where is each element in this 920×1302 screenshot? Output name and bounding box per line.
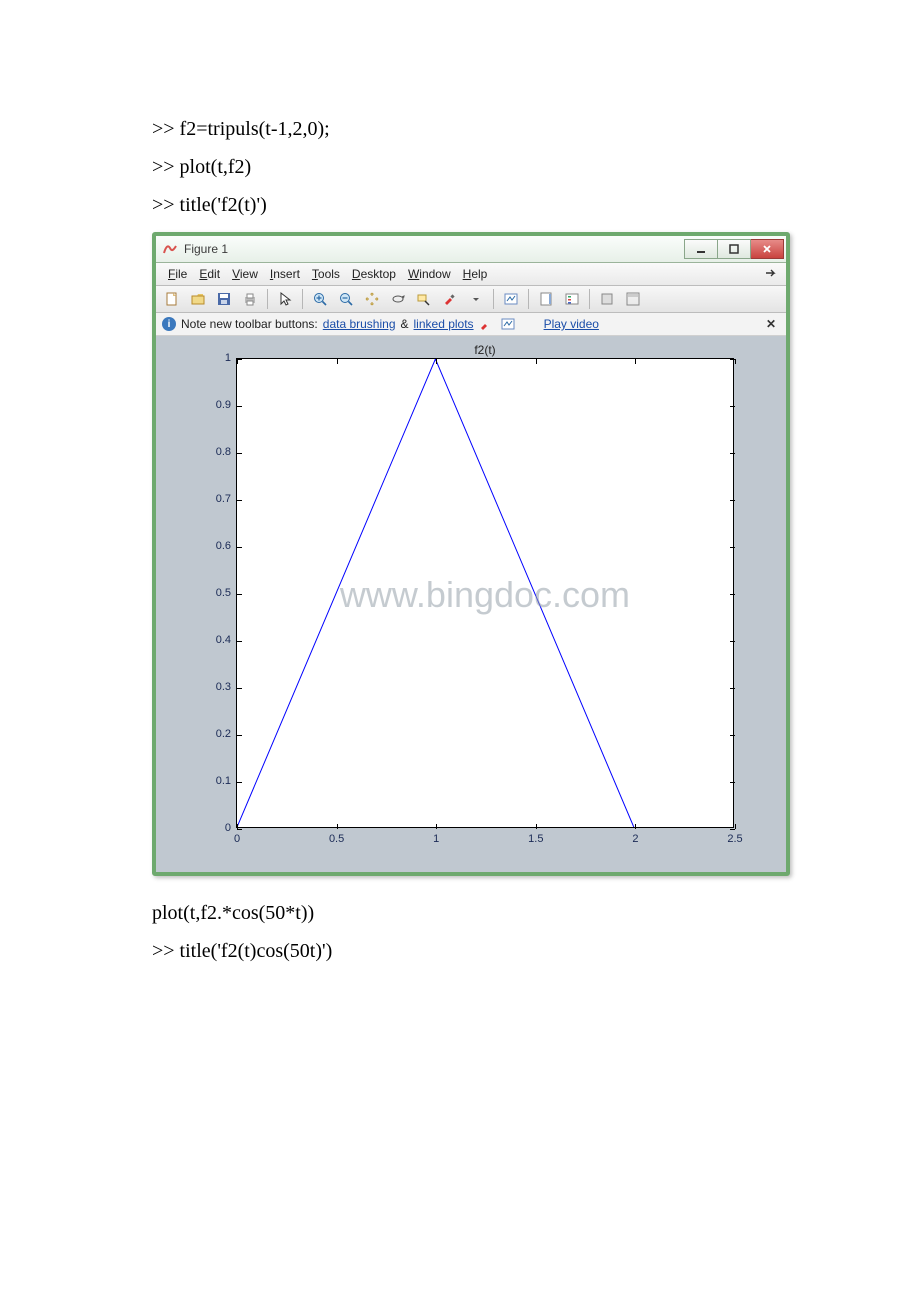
y-tick-label: 0.2 bbox=[205, 728, 231, 740]
plot-title: f2(t) bbox=[237, 343, 733, 357]
legend-icon[interactable] bbox=[560, 287, 584, 311]
toolbar bbox=[156, 286, 786, 313]
plot-line bbox=[237, 359, 733, 827]
link-mini-icon bbox=[500, 318, 516, 330]
code-line: >> title('f2(t)cos(50t)') bbox=[152, 932, 772, 970]
show-tools-icon[interactable] bbox=[621, 287, 645, 311]
note-close-icon[interactable]: ✕ bbox=[762, 317, 780, 331]
y-tick-label: 0.8 bbox=[205, 446, 231, 458]
link-plot-icon[interactable] bbox=[499, 287, 523, 311]
menu-edit[interactable]: Edit bbox=[193, 267, 226, 281]
y-tick-label: 0.9 bbox=[205, 399, 231, 411]
note-amp: & bbox=[401, 317, 409, 331]
titlebar: Figure 1 bbox=[156, 236, 786, 263]
close-button[interactable] bbox=[751, 239, 784, 259]
code-line: >> f2=tripuls(t-1,2,0); bbox=[152, 110, 772, 148]
brush-menu-icon[interactable] bbox=[464, 287, 488, 311]
x-tick-label: 2.5 bbox=[723, 833, 747, 845]
info-icon: i bbox=[162, 317, 176, 331]
y-tick-label: 0.7 bbox=[205, 493, 231, 505]
window-title: Figure 1 bbox=[184, 242, 684, 256]
menu-file[interactable]: File bbox=[162, 267, 193, 281]
y-tick-label: 0.4 bbox=[205, 634, 231, 646]
y-tick-label: 0.6 bbox=[205, 540, 231, 552]
maximize-button[interactable] bbox=[718, 239, 751, 259]
save-icon[interactable] bbox=[212, 287, 236, 311]
menubar: FileEditViewInsertToolsDesktopWindowHelp bbox=[156, 263, 786, 286]
x-tick-label: 2 bbox=[623, 833, 647, 845]
y-tick-label: 0.1 bbox=[205, 775, 231, 787]
colorbar-icon[interactable] bbox=[534, 287, 558, 311]
pan-icon[interactable] bbox=[360, 287, 384, 311]
open-icon[interactable] bbox=[186, 287, 210, 311]
hide-tools-icon[interactable] bbox=[595, 287, 619, 311]
y-tick-label: 0.3 bbox=[205, 681, 231, 693]
x-tick-label: 1 bbox=[424, 833, 448, 845]
plot-area: f2(t) www.bingdoc.com 00.10.20.30.40.50.… bbox=[156, 336, 786, 872]
zoom-out-icon[interactable] bbox=[334, 287, 358, 311]
note-text: Note new toolbar buttons: bbox=[181, 317, 318, 331]
axes[interactable]: f2(t) www.bingdoc.com 00.10.20.30.40.50.… bbox=[236, 358, 734, 828]
menu-insert[interactable]: Insert bbox=[264, 267, 306, 281]
minimize-button[interactable] bbox=[684, 239, 718, 259]
x-tick-label: 1.5 bbox=[524, 833, 548, 845]
pointer-icon[interactable] bbox=[273, 287, 297, 311]
dock-icon[interactable] bbox=[760, 267, 780, 282]
brush-icon[interactable] bbox=[438, 287, 462, 311]
code-line: >> title('f2(t)') bbox=[152, 186, 772, 224]
data-cursor-icon[interactable] bbox=[412, 287, 436, 311]
new-figure-icon[interactable] bbox=[160, 287, 184, 311]
data-brushing-link[interactable]: data brushing bbox=[323, 317, 396, 331]
menu-window[interactable]: Window bbox=[402, 267, 457, 281]
x-tick-label: 0 bbox=[225, 833, 249, 845]
menu-desktop[interactable]: Desktop bbox=[346, 267, 402, 281]
brush-mini-icon bbox=[479, 318, 495, 330]
y-tick-label: 0.5 bbox=[205, 587, 231, 599]
rotate-3d-icon[interactable] bbox=[386, 287, 410, 311]
play-video-link[interactable]: Play video bbox=[544, 317, 599, 331]
menu-view[interactable]: View bbox=[226, 267, 264, 281]
figure-window: Figure 1 FileEditViewInsertToolsDesktopW… bbox=[152, 232, 790, 876]
menu-tools[interactable]: Tools bbox=[306, 267, 346, 281]
code-line: plot(t,f2.*cos(50*t)) bbox=[152, 894, 772, 932]
print-icon[interactable] bbox=[238, 287, 262, 311]
code-line: >> plot(t,f2) bbox=[152, 148, 772, 186]
linked-plots-link[interactable]: linked plots bbox=[414, 317, 474, 331]
notification-bar: i Note new toolbar buttons: data brushin… bbox=[156, 313, 786, 336]
menu-help[interactable]: Help bbox=[457, 267, 494, 281]
matlab-logo-icon bbox=[162, 241, 178, 257]
x-tick-label: 0.5 bbox=[325, 833, 349, 845]
y-tick-label: 1 bbox=[205, 352, 231, 364]
zoom-in-icon[interactable] bbox=[308, 287, 332, 311]
